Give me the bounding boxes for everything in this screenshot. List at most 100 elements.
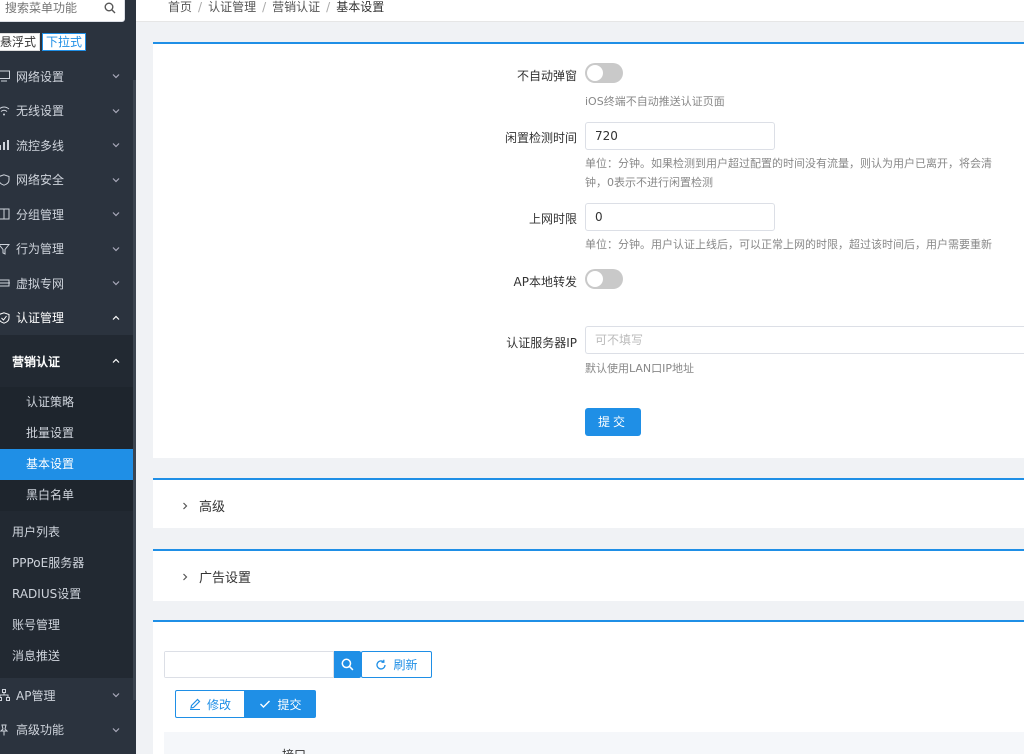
sidebar-item-label: AP管理 <box>16 688 56 703</box>
sidebar-item-label: 网络安全 <box>16 173 65 188</box>
no-popup-toggle[interactable] <box>585 63 623 83</box>
sidebar-menu: 网络设置 无线设置 流控多线 网络安全 分组管理 行为管理 虚拟专网 认证管理 … <box>0 59 136 747</box>
breadcrumb-auth[interactable]: 认证管理 <box>208 0 256 14</box>
breadcrumb-home[interactable]: 首页 <box>168 0 192 14</box>
chart-icon <box>0 140 9 151</box>
sidebar-item-ap-management[interactable]: AP管理 <box>0 678 136 713</box>
wifi-icon <box>0 106 10 116</box>
table-header: 接口 <box>164 732 1024 754</box>
time-limit-hint: 单位：分钟。用户认证上线后，可以正常上网的时限，超过该时间后，用户需要重新 <box>585 238 992 251</box>
sidebar-item-flow[interactable]: 流控多线 <box>0 128 136 163</box>
time-limit-label: 上网时限 <box>528 212 577 226</box>
sidebar-item-message-push[interactable]: 消息推送 <box>0 641 136 672</box>
chevron-down-icon <box>112 246 120 251</box>
chevron-down-icon <box>112 281 120 286</box>
sidebar-item-user-list[interactable]: 用户列表 <box>0 517 136 548</box>
sidebar-item-network[interactable]: 网络设置 <box>0 59 136 94</box>
chevron-up-icon <box>112 315 120 320</box>
mode-dropdown-button[interactable]: 下拉式 <box>42 33 87 51</box>
auth-server-ip-label: 认证服务器IP <box>506 336 577 350</box>
sidebar-item-label: 高级功能 <box>16 723 65 738</box>
sidebar-item-label: 分组管理 <box>16 207 65 222</box>
refresh-icon <box>376 659 387 670</box>
list-submit-button[interactable]: 提交 <box>245 690 316 718</box>
sidebar-item-group[interactable]: 分组管理 <box>0 197 136 232</box>
basic-settings-panel: 不自动弹窗 iOS终端不自动推送认证页面 闲置检测时间 单位：分钟。如果检测到用… <box>153 42 1024 458</box>
breadcrumb-marketing[interactable]: 营销认证 <box>272 0 320 14</box>
idle-time-field[interactable] <box>585 122 775 150</box>
breadcrumb: 首页 / 认证管理 / 营销认证 / 基本设置 <box>168 0 384 14</box>
sidebar-item-batch-settings[interactable]: 批量设置 <box>0 418 136 449</box>
sidebar-auth-more: 用户列表 PPPoE服务器 RADIUS设置 账号管理 消息推送 <box>0 511 136 678</box>
sidebar-item-advanced-functions[interactable]: 高级功能 <box>0 713 136 748</box>
column-interface[interactable]: 接口 <box>282 746 306 754</box>
breadcrumb-separator: / <box>326 0 331 14</box>
auth-server-ip-input[interactable] <box>586 327 1024 353</box>
sidebar-item-label: 流控多线 <box>16 138 65 153</box>
menu-mode-switch: 悬浮式 下拉式 <box>0 33 87 51</box>
sidebar-item-security[interactable]: 网络安全 <box>0 163 136 198</box>
auth-server-ip-hint: 默认使用LAN口IP地址 <box>585 362 695 375</box>
sidebar-item-label: 网络设置 <box>16 69 65 84</box>
sidebar-item-vpn[interactable]: 虚拟专网 <box>0 266 136 301</box>
mode-float-button[interactable]: 悬浮式 <box>0 33 41 51</box>
chevron-right-icon <box>183 573 188 580</box>
search-icon[interactable] <box>104 2 116 14</box>
list-search-field[interactable] <box>164 651 334 678</box>
menu-search-box[interactable] <box>0 0 125 22</box>
list-search-input[interactable] <box>165 652 333 677</box>
time-limit-field[interactable] <box>585 203 775 231</box>
top-bar: 首页 / 认证管理 / 营销认证 / 基本设置 <box>136 0 1024 22</box>
sidebar-scrollbar[interactable] <box>133 80 136 700</box>
list-submit-label: 提交 <box>277 697 302 712</box>
sidebar-item-auth-policy[interactable]: 认证策略 <box>0 387 136 418</box>
list-search-button[interactable] <box>334 651 361 678</box>
advanced-header[interactable]: 高级 <box>181 496 225 515</box>
auth-server-ip-field[interactable] <box>585 326 1024 354</box>
vpn-icon <box>0 279 10 287</box>
edit-label: 修改 <box>206 697 231 712</box>
ad-settings-panel[interactable]: 广告设置 <box>153 549 1024 601</box>
monitor-icon <box>0 70 10 82</box>
sidebar-item-behavior[interactable]: 行为管理 <box>0 232 136 267</box>
idle-time-label: 闲置检测时间 <box>504 131 577 145</box>
idle-time-hint-2: 钟，0表示不进行闲置检测 <box>585 176 713 189</box>
chevron-down-icon <box>112 74 120 79</box>
breadcrumb-separator: / <box>262 0 267 14</box>
refresh-button[interactable]: 刷新 <box>361 651 432 678</box>
sidebar-item-auth[interactable]: 认证管理 <box>0 301 136 336</box>
shield-icon <box>0 174 10 186</box>
pin-icon <box>0 724 9 736</box>
check-icon <box>260 700 271 708</box>
sidebar-item-pppoe-server[interactable]: PPPoE服务器 <box>0 548 136 579</box>
submit-button[interactable]: 提交 <box>585 408 641 436</box>
advanced-panel[interactable]: 高级 <box>153 478 1024 528</box>
sidebar-sub-marketing-auth[interactable]: 营销认证 <box>0 335 136 387</box>
sidebar-item-basic-settings[interactable]: 基本设置 <box>0 449 136 480</box>
sidebar-item-label: 行为管理 <box>16 242 65 257</box>
sidebar-item-radius-settings[interactable]: RADIUS设置 <box>0 579 136 610</box>
idle-time-input[interactable] <box>586 123 774 149</box>
menu-search-input[interactable] <box>0 0 97 21</box>
time-limit-input[interactable] <box>586 204 774 230</box>
chevron-down-icon <box>112 693 120 698</box>
chevron-down-icon <box>112 143 120 148</box>
sidebar-item-wireless[interactable]: 无线设置 <box>0 94 136 129</box>
shield-check-icon <box>0 312 10 324</box>
edit-icon <box>189 698 201 710</box>
chevron-up-icon <box>112 358 120 363</box>
breadcrumb-current: 基本设置 <box>336 0 385 14</box>
edit-button[interactable]: 修改 <box>175 690 245 718</box>
ad-settings-header[interactable]: 广告设置 <box>181 567 251 586</box>
sidebar-sub-list: 认证策略 批量设置 基本设置 黑白名单 <box>0 387 136 511</box>
no-popup-label: 不自动弹窗 <box>516 69 577 83</box>
ap-forward-toggle[interactable] <box>585 269 623 289</box>
sidebar-item-account-management[interactable]: 账号管理 <box>0 610 136 641</box>
toggle-knob <box>587 271 603 287</box>
sidebar-item-label: 认证管理 <box>16 311 65 326</box>
chevron-down-icon <box>112 727 120 732</box>
search-icon <box>341 658 354 671</box>
advanced-title: 高级 <box>199 500 226 515</box>
sidebar-item-black-white-list[interactable]: 黑白名单 <box>0 480 136 511</box>
chevron-right-icon <box>183 502 188 509</box>
